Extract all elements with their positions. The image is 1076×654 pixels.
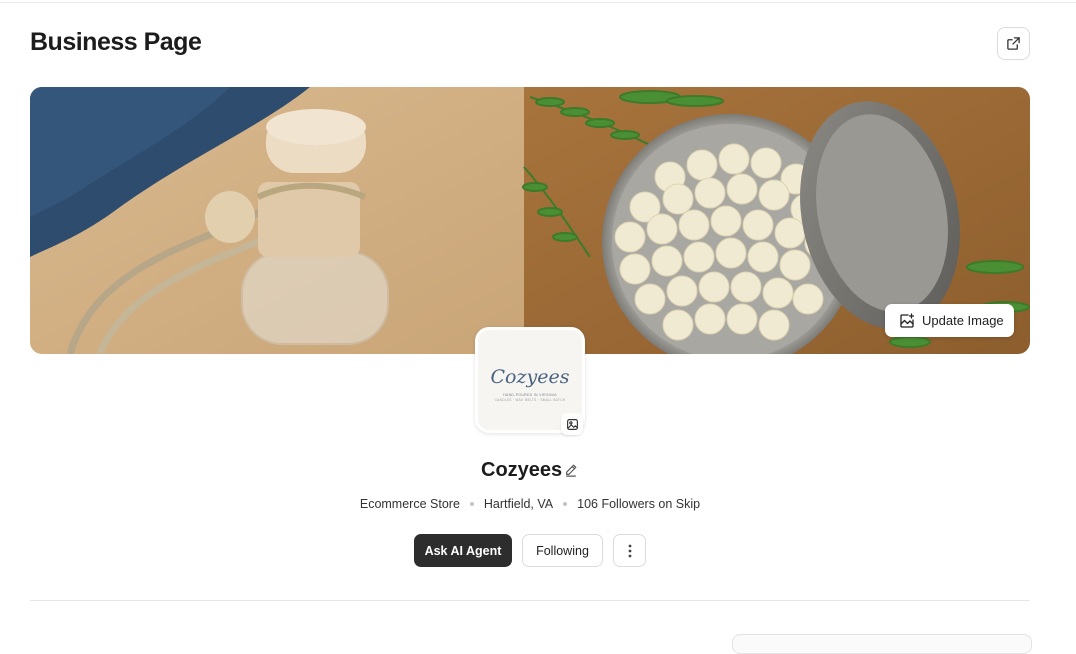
- vertical-dots-icon: [628, 544, 631, 557]
- pencil-icon: [566, 464, 577, 477]
- change-logo-button[interactable]: [561, 413, 583, 435]
- following-button[interactable]: Following: [522, 534, 603, 567]
- logo-wordmark: Cozyees: [490, 366, 570, 388]
- follower-count: 106 Followers on Skip: [577, 497, 701, 511]
- business-location: Hartfield, VA: [483, 497, 554, 511]
- top-divider: [0, 2, 1076, 3]
- ask-ai-agent-button[interactable]: Ask AI Agent: [414, 534, 512, 567]
- page-title: Business Page: [30, 28, 202, 56]
- update-image-button[interactable]: Update Image: [885, 304, 1014, 337]
- update-image-label: Update Image: [922, 313, 1004, 328]
- logo-subtagline: CANDLES · WAX MELTS · SMALL BATCH: [494, 398, 566, 402]
- section-divider: [30, 600, 1030, 601]
- image-add-icon: [900, 312, 915, 328]
- business-name: Cozyees: [481, 459, 563, 481]
- business-category: Ecommerce Store: [359, 497, 460, 511]
- logo-tagline: HAND-POURED IN VIRGINIA: [503, 393, 557, 397]
- edit-name-button[interactable]: [564, 463, 578, 482]
- separator-dot: [563, 502, 568, 506]
- cover-image: [30, 87, 1030, 354]
- business-meta: Ecommerce Store Hartfield, VA 106 Follow…: [0, 497, 1060, 511]
- sidebar-card: [732, 634, 1032, 654]
- external-link-button[interactable]: [997, 27, 1030, 60]
- external-link-icon: [1007, 37, 1020, 50]
- separator-dot: [469, 502, 474, 506]
- more-options-button[interactable]: [613, 534, 646, 567]
- image-icon: [566, 418, 578, 430]
